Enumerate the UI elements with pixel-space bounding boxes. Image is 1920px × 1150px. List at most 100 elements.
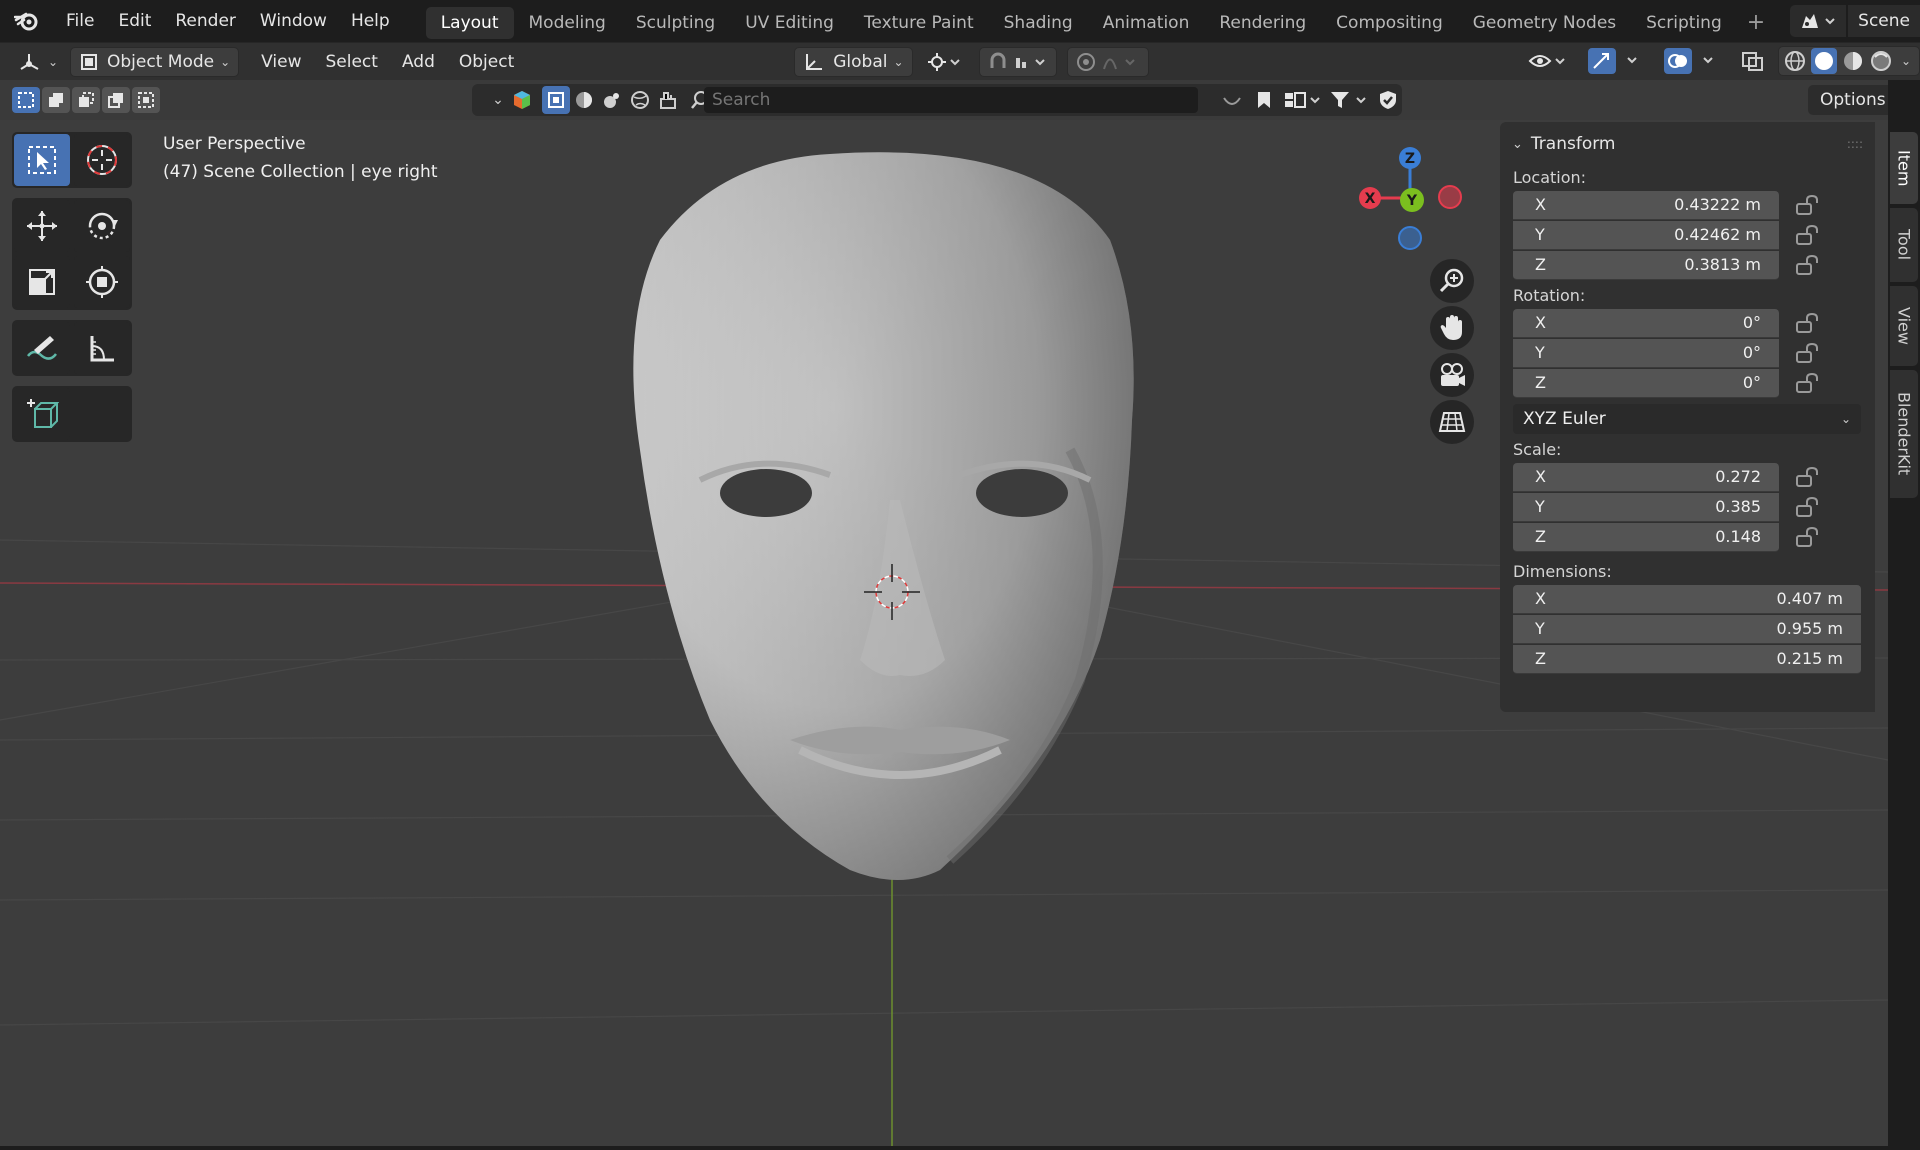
- display-mode-icon[interactable]: [1282, 86, 1324, 114]
- tab-tool[interactable]: Tool: [1890, 208, 1918, 282]
- menu-render[interactable]: Render: [163, 0, 248, 42]
- dimensions-x-field[interactable]: X 0.407 m: [1513, 584, 1861, 614]
- location-x-field[interactable]: X 0.43222 m: [1513, 190, 1779, 220]
- tab-shading[interactable]: Shading: [989, 7, 1088, 39]
- rotation-x-field[interactable]: X 0°: [1513, 308, 1779, 338]
- lock-icon[interactable]: [1779, 467, 1837, 487]
- lock-icon[interactable]: [1779, 313, 1837, 333]
- blender-logo-icon[interactable]: [0, 0, 54, 42]
- light-filter-icon[interactable]: [598, 86, 626, 114]
- lock-icon[interactable]: [1779, 255, 1837, 275]
- curve-filter-icon[interactable]: [1218, 86, 1246, 114]
- lock-icon[interactable]: [1779, 497, 1837, 517]
- editor-type-button[interactable]: ⌄: [10, 47, 62, 77]
- location-z-field[interactable]: Z 0.3813 m: [1513, 250, 1779, 280]
- add-workspace-button[interactable]: +: [1737, 10, 1775, 35]
- tab-texture-paint[interactable]: Texture Paint: [849, 7, 989, 39]
- rotation-y-field[interactable]: Y 0°: [1513, 338, 1779, 368]
- wireframe-shading-icon[interactable]: [1783, 49, 1807, 73]
- filter-funnel-icon[interactable]: [1328, 86, 1370, 114]
- rendered-shading-icon[interactable]: [1869, 49, 1893, 73]
- tab-item[interactable]: Item: [1890, 132, 1918, 204]
- search-input[interactable]: [712, 90, 1152, 110]
- select-intersect-icon[interactable]: [132, 87, 160, 113]
- mode-dropdown[interactable]: Object Mode ⌄: [70, 46, 240, 77]
- measure-tool-icon[interactable]: [74, 322, 130, 374]
- drag-handle-icon[interactable]: ::::: [1847, 137, 1863, 151]
- transform-tool-icon[interactable]: [74, 256, 130, 308]
- menu-object[interactable]: Object: [447, 52, 526, 72]
- rotation-mode-dropdown[interactable]: XYZ Euler ⌄: [1513, 404, 1861, 434]
- selectable-filter-icon[interactable]: [542, 86, 570, 114]
- tab-uv-editing[interactable]: UV Editing: [730, 7, 849, 39]
- select-new-icon[interactable]: [12, 87, 40, 113]
- gizmo-toggle-icon[interactable]: [1584, 46, 1652, 76]
- select-extend-icon[interactable]: [42, 87, 70, 113]
- zoom-icon[interactable]: [1430, 259, 1474, 303]
- world-filter-icon[interactable]: [626, 86, 654, 114]
- material-shading-icon[interactable]: [1841, 49, 1865, 73]
- object-type-filter-icon[interactable]: [508, 86, 536, 114]
- scene-name[interactable]: Scene: [1848, 5, 1920, 37]
- xray-icon[interactable]: [1736, 46, 1770, 76]
- lock-icon[interactable]: [1779, 373, 1837, 393]
- menu-file[interactable]: File: [54, 0, 106, 42]
- transform-panel-header[interactable]: ⌄ Transform ::::: [1500, 122, 1875, 166]
- lock-icon[interactable]: [1779, 527, 1837, 547]
- location-y-field[interactable]: Y 0.42462 m: [1513, 220, 1779, 250]
- scale-y-field[interactable]: Y 0.385: [1513, 492, 1779, 522]
- scene-icon[interactable]: [1790, 5, 1847, 37]
- select-invert-icon[interactable]: [102, 87, 130, 113]
- menu-add[interactable]: Add: [390, 52, 447, 72]
- lock-icon[interactable]: [1779, 225, 1837, 245]
- pivot-point-icon[interactable]: [919, 47, 969, 77]
- tab-sculpting[interactable]: Sculpting: [621, 7, 730, 39]
- camera-view-icon[interactable]: [1430, 353, 1474, 397]
- overlays-icon[interactable]: [1660, 46, 1728, 76]
- navigation-gizmo[interactable]: Z X Y: [1330, 132, 1480, 252]
- solid-shading-icon[interactable]: [1810, 48, 1837, 74]
- add-cube-tool-icon[interactable]: [14, 388, 70, 440]
- pan-hand-icon[interactable]: [1430, 306, 1474, 350]
- tab-layout[interactable]: Layout: [425, 7, 514, 39]
- tab-rendering[interactable]: Rendering: [1204, 7, 1321, 39]
- bookmark-icon[interactable]: [1250, 86, 1278, 114]
- visibility-icon[interactable]: [1520, 46, 1576, 76]
- rotation-z-field[interactable]: Z 0°: [1513, 368, 1779, 398]
- tab-geometry-nodes[interactable]: Geometry Nodes: [1458, 7, 1631, 39]
- transform-orientation-dropdown[interactable]: Global ⌄: [794, 46, 913, 77]
- tab-modeling[interactable]: Modeling: [514, 7, 621, 39]
- scale-tool-icon[interactable]: [14, 256, 70, 308]
- rotation-z-value: 0°: [1742, 373, 1761, 392]
- rotate-tool-icon[interactable]: [74, 200, 130, 252]
- lock-icon[interactable]: [1779, 343, 1837, 363]
- scale-z-field[interactable]: Z 0.148: [1513, 522, 1779, 552]
- tab-view[interactable]: View: [1890, 286, 1918, 366]
- shading-filter-icon[interactable]: [570, 86, 598, 114]
- menu-help[interactable]: Help: [339, 0, 402, 42]
- select-box-tool-icon[interactable]: [14, 134, 70, 186]
- tab-scripting[interactable]: Scripting: [1631, 7, 1737, 39]
- snap-icon[interactable]: [978, 46, 1057, 77]
- select-subtract-icon[interactable]: [72, 87, 100, 113]
- shield-icon[interactable]: [1374, 86, 1402, 114]
- dimensions-y-field[interactable]: Y 0.955 m: [1513, 614, 1861, 644]
- menu-select[interactable]: Select: [314, 52, 390, 72]
- scale-x-field[interactable]: X 0.272: [1513, 462, 1779, 492]
- move-tool-icon[interactable]: [14, 200, 70, 252]
- menu-view[interactable]: View: [249, 52, 313, 72]
- chevron-down-icon[interactable]: ⌄: [488, 86, 508, 114]
- chevron-down-icon[interactable]: ⌄: [1901, 54, 1911, 68]
- annotate-tool-icon[interactable]: [14, 322, 70, 374]
- cursor-tool-icon[interactable]: [74, 134, 130, 186]
- ortho-grid-icon[interactable]: [1430, 400, 1474, 444]
- data-filter-icon[interactable]: [654, 86, 682, 114]
- dimensions-z-field[interactable]: Z 0.215 m: [1513, 644, 1861, 674]
- lock-icon[interactable]: [1779, 195, 1837, 215]
- proportional-editing-icon[interactable]: [1066, 46, 1149, 77]
- tab-animation[interactable]: Animation: [1088, 7, 1205, 39]
- tab-compositing[interactable]: Compositing: [1321, 7, 1458, 39]
- menu-edit[interactable]: Edit: [106, 0, 163, 42]
- menu-window[interactable]: Window: [248, 0, 339, 42]
- tab-blenderkit[interactable]: BlenderKit: [1890, 370, 1918, 498]
